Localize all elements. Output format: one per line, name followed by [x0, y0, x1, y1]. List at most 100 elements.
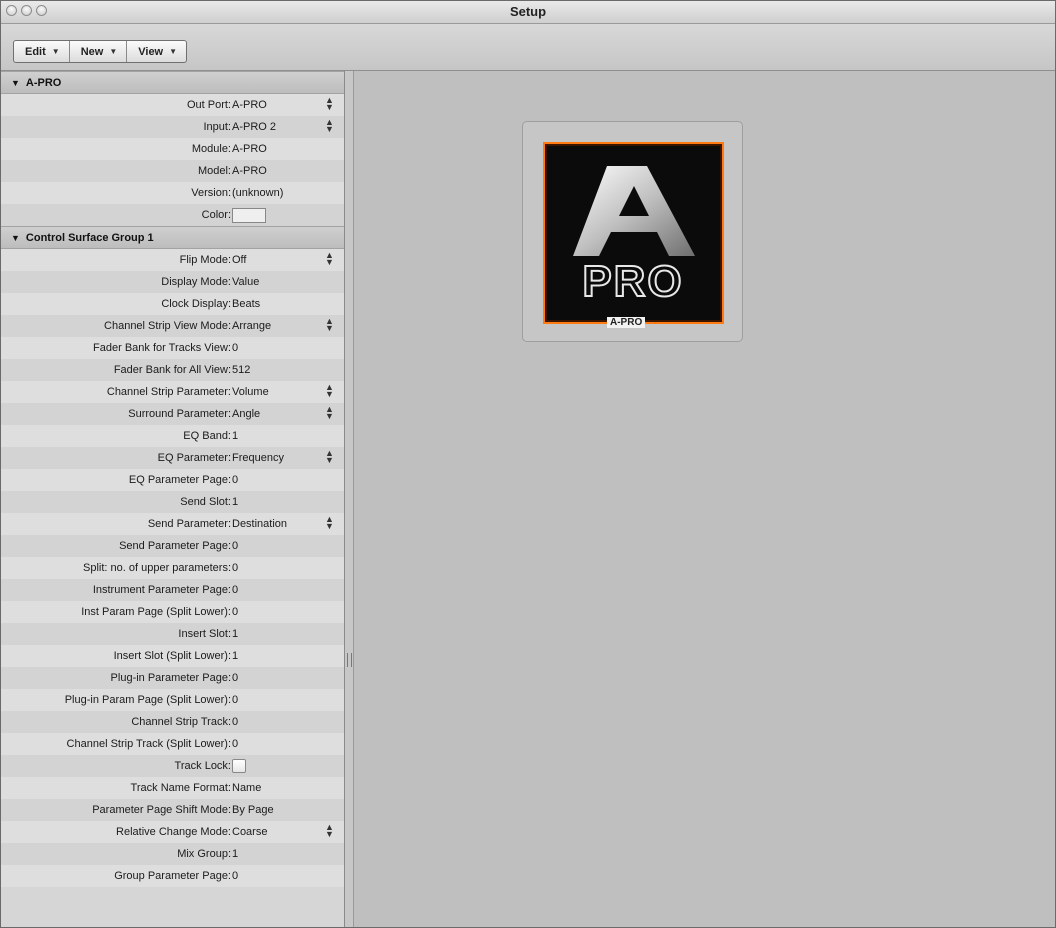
param-value[interactable]: 1: [232, 848, 238, 860]
param-row-out-port[interactable]: Out Port: A-PRO ▲ ▼: [1, 94, 344, 116]
param-row-page-shift-mode[interactable]: Parameter Page Shift Mode: By Page: [1, 799, 344, 821]
param-label: Fader Bank for Tracks View:: [93, 342, 231, 354]
param-row-insert-slot-split-lower[interactable]: Insert Slot (Split Lower): 1: [1, 645, 344, 667]
new-menu-button[interactable]: New ▼: [70, 41, 128, 62]
device-group-header[interactable]: ▼ A-PRO: [1, 71, 344, 94]
param-row-plugin-parameter-page[interactable]: Plug-in Parameter Page: 0: [1, 667, 344, 689]
param-value[interactable]: Angle: [232, 408, 260, 420]
up-down-arrows-icon[interactable]: ▲ ▼: [325, 405, 334, 421]
param-row-send-parameter-page[interactable]: Send Parameter Page: 0: [1, 535, 344, 557]
param-label: Send Parameter Page:: [119, 540, 231, 552]
param-value[interactable]: 0: [232, 540, 238, 552]
param-row-flip-mode[interactable]: Flip Mode: Off ▲ ▼: [1, 249, 344, 271]
param-row-fader-bank-all[interactable]: Fader Bank for All View: 512: [1, 359, 344, 381]
a-pro-logo-icon: PRO: [573, 166, 695, 307]
param-value[interactable]: 0: [232, 606, 238, 618]
param-value[interactable]: Beats: [232, 298, 260, 310]
window-title: Setup: [509, 4, 547, 19]
up-down-arrows-icon[interactable]: ▲ ▼: [325, 383, 334, 399]
param-row-module: Module: A-PRO: [1, 138, 344, 160]
up-down-arrows-icon[interactable]: ▲ ▼: [325, 449, 334, 465]
param-label: Channel Strip View Mode:: [104, 320, 231, 332]
param-row-relative-change-mode[interactable]: Relative Change Mode: Coarse ▲ ▼: [1, 821, 344, 843]
param-label: Plug-in Parameter Page:: [110, 672, 231, 684]
view-menu-button[interactable]: View ▼: [127, 41, 186, 62]
param-value[interactable]: Arrange: [232, 320, 271, 332]
triangle-down-icon: ▼: [169, 47, 178, 56]
param-row-channel-strip-parameter[interactable]: Channel Strip Parameter: Volume ▲ ▼: [1, 381, 344, 403]
control-surface-group-header[interactable]: ▼ Control Surface Group 1: [1, 226, 344, 249]
param-row-send-parameter[interactable]: Send Parameter: Destination ▲ ▼: [1, 513, 344, 535]
param-row-send-slot[interactable]: Send Slot: 1: [1, 491, 344, 513]
disclosure-triangle-icon[interactable]: ▼: [11, 78, 20, 88]
param-value[interactable]: 0: [232, 738, 238, 750]
param-row-clock-display[interactable]: Clock Display: Beats: [1, 293, 344, 315]
param-value[interactable]: 0: [232, 672, 238, 684]
up-down-arrows-icon[interactable]: ▲ ▼: [325, 118, 334, 134]
param-row-track-name-format[interactable]: Track Name Format: Name: [1, 777, 344, 799]
param-value[interactable]: A-PRO 2: [232, 121, 276, 133]
param-row-insert-slot[interactable]: Insert Slot: 1: [1, 623, 344, 645]
edit-menu-button[interactable]: Edit ▼: [14, 41, 70, 62]
param-value[interactable]: 0: [232, 716, 238, 728]
param-label: Mix Group:: [177, 848, 231, 860]
param-label: Track Name Format:: [130, 782, 231, 794]
device-tile[interactable]: PRO A-PRO: [522, 121, 743, 342]
param-value[interactable]: 0: [232, 584, 238, 596]
param-row-channel-strip-track-split-lower[interactable]: Channel Strip Track (Split Lower): 0: [1, 733, 344, 755]
up-down-arrows-icon[interactable]: ▲ ▼: [325, 251, 334, 267]
param-row-input[interactable]: Input: A-PRO 2 ▲ ▼: [1, 116, 344, 138]
param-value[interactable]: Coarse: [232, 826, 267, 838]
a-pro-device-icon[interactable]: PRO: [543, 142, 724, 324]
param-label: Channel Strip Track (Split Lower):: [66, 738, 231, 750]
param-row-group-parameter-page[interactable]: Group Parameter Page: 0: [1, 865, 344, 887]
param-value[interactable]: 0: [232, 562, 238, 574]
param-row-mix-group[interactable]: Mix Group: 1: [1, 843, 344, 865]
up-down-arrows-icon[interactable]: ▲ ▼: [325, 317, 334, 333]
param-value[interactable]: Frequency: [232, 452, 284, 464]
param-value[interactable]: By Page: [232, 804, 274, 816]
param-value[interactable]: 1: [232, 650, 238, 662]
param-row-channel-strip-view-mode[interactable]: Channel Strip View Mode: Arrange ▲ ▼: [1, 315, 344, 337]
param-row-surround-parameter[interactable]: Surround Parameter: Angle ▲ ▼: [1, 403, 344, 425]
param-row-instrument-parameter-page[interactable]: Instrument Parameter Page: 0: [1, 579, 344, 601]
param-value[interactable]: 0: [232, 342, 238, 354]
param-value[interactable]: 1: [232, 430, 238, 442]
param-row-plugin-param-split-lower[interactable]: Plug-in Param Page (Split Lower): 0: [1, 689, 344, 711]
color-swatch[interactable]: [232, 208, 266, 223]
param-row-fader-bank-tracks[interactable]: Fader Bank for Tracks View: 0: [1, 337, 344, 359]
param-value[interactable]: 1: [232, 496, 238, 508]
param-row-channel-strip-track[interactable]: Channel Strip Track: 0: [1, 711, 344, 733]
param-value[interactable]: Value: [232, 276, 259, 288]
param-row-split-upper[interactable]: Split: no. of upper parameters: 0: [1, 557, 344, 579]
param-value[interactable]: Volume: [232, 386, 269, 398]
param-row-color[interactable]: Color:: [1, 204, 344, 226]
param-value[interactable]: A-PRO: [232, 99, 267, 111]
param-row-eq-parameter[interactable]: EQ Parameter: Frequency ▲ ▼: [1, 447, 344, 469]
param-row-track-lock[interactable]: Track Lock:: [1, 755, 344, 777]
up-down-arrows-icon[interactable]: ▲ ▼: [325, 515, 334, 531]
param-value[interactable]: Off: [232, 254, 246, 266]
device-name-label[interactable]: A-PRO: [607, 317, 646, 328]
param-row-inst-param-split-lower[interactable]: Inst Param Page (Split Lower): 0: [1, 601, 344, 623]
param-value: (unknown): [232, 187, 284, 199]
param-label: Model:: [197, 165, 231, 177]
param-value[interactable]: 1: [232, 628, 238, 640]
disclosure-triangle-icon[interactable]: ▼: [11, 233, 20, 243]
panel-splitter[interactable]: [345, 71, 354, 927]
track-lock-checkbox[interactable]: [232, 759, 246, 773]
param-row-display-mode[interactable]: Display Mode: Value: [1, 271, 344, 293]
up-down-arrows-icon[interactable]: ▲ ▼: [325, 96, 334, 112]
param-value[interactable]: Name: [232, 782, 261, 794]
param-label: Channel Strip Track:: [131, 716, 231, 728]
param-row-eq-parameter-page[interactable]: EQ Parameter Page: 0: [1, 469, 344, 491]
param-value[interactable]: 0: [232, 694, 238, 706]
param-row-eq-band[interactable]: EQ Band: 1: [1, 425, 344, 447]
param-value[interactable]: 0: [232, 870, 238, 882]
param-label: Split: no. of upper parameters:: [83, 562, 231, 574]
splitter-grip-icon[interactable]: [347, 653, 352, 667]
param-value[interactable]: 0: [232, 474, 238, 486]
up-down-arrows-icon[interactable]: ▲ ▼: [325, 823, 334, 839]
param-value[interactable]: Destination: [232, 518, 287, 530]
param-value[interactable]: 512: [232, 364, 250, 376]
